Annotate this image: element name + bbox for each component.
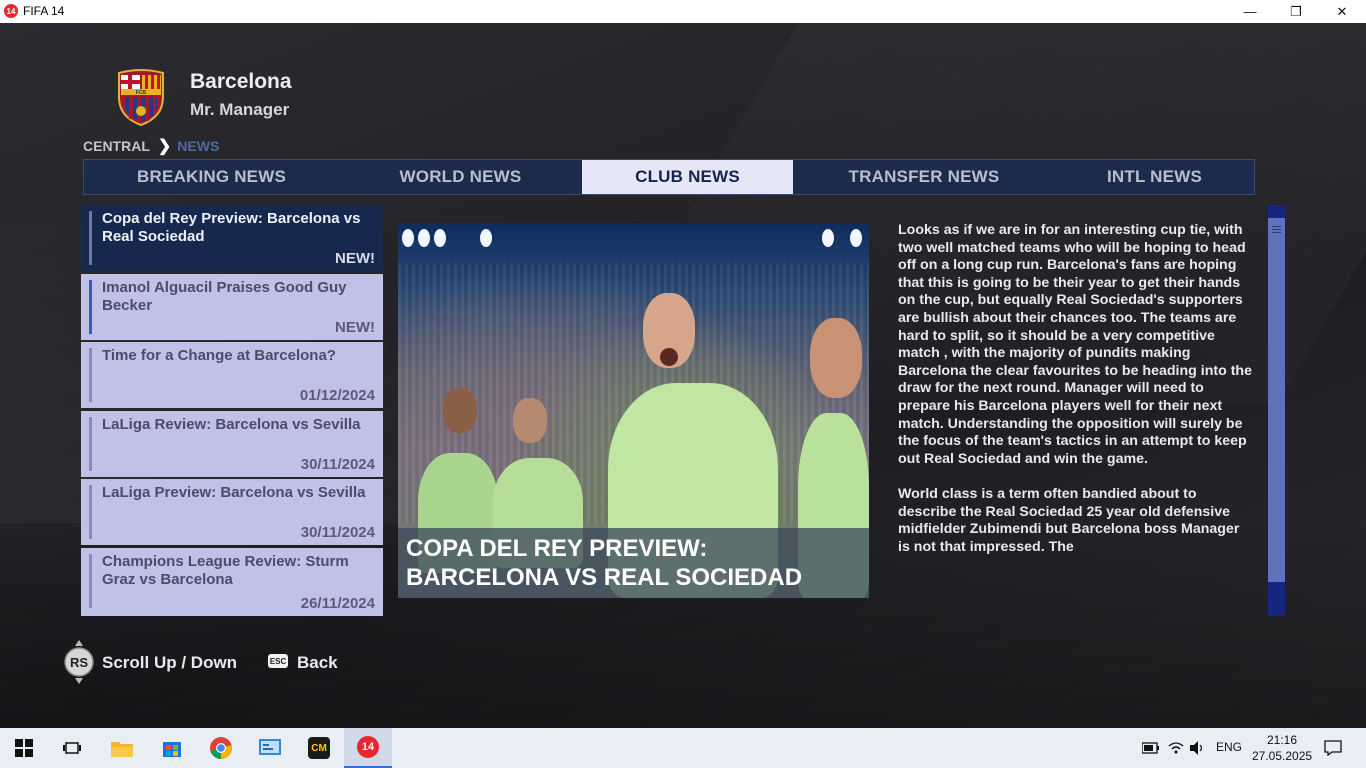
item-indicator [89, 211, 92, 265]
grip-icon [1272, 226, 1281, 227]
breadcrumb-news: NEWS [177, 138, 220, 154]
list-item-date: 30/11/2024 [300, 524, 375, 541]
language-indicator[interactable]: ENG [1216, 740, 1242, 754]
esc-key-icon: ESC [268, 654, 288, 668]
list-item-title: LaLiga Review: Barcelona vs Sevilla [102, 416, 361, 433]
folder-icon [111, 742, 133, 757]
tab-world-news[interactable]: WORLD NEWS [339, 160, 582, 194]
list-item-title: Imanol Alguacil Praises Good Guy Becker [102, 279, 347, 314]
file-explorer-button[interactable] [98, 728, 146, 768]
manager-name: Mr. Manager [190, 100, 290, 119]
player-head [810, 318, 862, 398]
item-indicator [89, 417, 92, 471]
club-crest-icon: FCB [118, 69, 164, 127]
clock-date: 27.05.2025 [1252, 749, 1313, 763]
list-item-title: Champions League Review: Sturm Graz vs B… [102, 553, 349, 588]
stadium-light [822, 229, 834, 247]
new-badge: NEW! [335, 319, 375, 336]
window-titlebar: 14 FIFA 14 — ❐ ✕ [0, 0, 1366, 23]
stadium-light [480, 229, 492, 247]
store-button[interactable] [148, 728, 196, 768]
article-photo: COPA DEL REY PREVIEW: BARCELONA VS REAL … [398, 223, 869, 598]
windows-icon [15, 739, 33, 757]
tab-club-news[interactable]: CLUB NEWS [582, 160, 793, 194]
maximize-button[interactable]: ❐ [1273, 0, 1319, 23]
tab-intl-news[interactable]: INTL NEWS [1055, 160, 1254, 194]
list-item-title: LaLiga Preview: Barcelona vs Sevilla [102, 484, 366, 501]
news-tab-bar: BREAKING NEWS WORLD NEWS CLUB NEWS TRANS… [83, 159, 1255, 195]
store-icon [163, 742, 181, 757]
list-item-title: Time for a Change at Barcelona? [102, 347, 336, 364]
tab-transfer-news[interactable]: TRANSFER NEWS [793, 160, 1055, 194]
player-head [513, 398, 547, 443]
list-item-date: 26/11/2024 [300, 595, 375, 612]
start-button[interactable] [0, 728, 48, 768]
battery-icon[interactable] [1142, 741, 1160, 755]
article-headline-banner: COPA DEL REY PREVIEW: BARCELONA VS REAL … [398, 528, 869, 598]
stadium-light [418, 229, 430, 247]
stadium-light [402, 229, 414, 247]
article-paragraph: World class is a term often bandied abou… [898, 485, 1240, 555]
game-screen: FCB Barcelona Mr. Manager CENTRAL ❯ NEWS B… [0, 23, 1366, 728]
article-paragraph: Looks as if we are in for an interesting… [898, 222, 1252, 467]
right-stick-icon: RS [64, 640, 94, 684]
control-panel-button[interactable] [246, 728, 294, 768]
breadcrumb-central[interactable]: CENTRAL [83, 138, 150, 154]
list-item-title: Copa del Rey Preview: Barcelona vs Real … [102, 210, 361, 245]
scrollbar-thumb[interactable] [1268, 218, 1285, 582]
cm-tool-button[interactable]: CM [295, 728, 343, 768]
cm-tool-icon: CM [308, 737, 330, 759]
news-list: Copa del Rey Preview: Barcelona vs Real … [81, 205, 383, 616]
list-item[interactable]: Time for a Change at Barcelona? 01/12/20… [81, 342, 383, 408]
article-body: Looks as if we are in for an interesting… [898, 222, 1254, 590]
stadium-light [434, 229, 446, 247]
article-scrollbar[interactable] [1268, 205, 1285, 616]
list-item[interactable]: Copa del Rey Preview: Barcelona vs Real … [81, 205, 383, 271]
breadcrumb: CENTRAL ❯ NEWS [83, 136, 219, 156]
list-item-date: 30/11/2024 [300, 456, 375, 473]
player-mouth [660, 348, 678, 366]
rs-icon-text: RS [70, 655, 88, 670]
list-item[interactable]: LaLiga Preview: Barcelona vs Sevilla 30/… [81, 479, 383, 545]
wifi-icon[interactable] [1168, 740, 1184, 756]
back-button[interactable]: Back [297, 653, 338, 673]
fifa-icon: 14 [357, 736, 379, 758]
notification-icon[interactable] [1324, 740, 1342, 756]
new-badge: NEW! [335, 250, 375, 267]
chevron-right-icon: ❯ [157, 138, 172, 155]
tab-breaking-news[interactable]: BREAKING NEWS [84, 160, 339, 194]
club-name: Barcelona [190, 70, 292, 93]
close-button[interactable]: ✕ [1319, 0, 1365, 23]
article-headline: COPA DEL REY PREVIEW: BARCELONA VS REAL … [406, 535, 803, 591]
volume-icon[interactable] [1190, 741, 1206, 755]
window-title: FIFA 14 [23, 4, 65, 18]
item-indicator [89, 348, 92, 402]
crest-text: FCB [136, 90, 147, 96]
scroll-hint-label: Scroll Up / Down [102, 653, 238, 672]
fifa-app-icon: 14 [4, 4, 18, 18]
list-item[interactable]: LaLiga Review: Barcelona vs Sevilla 30/1… [81, 411, 383, 477]
fifa-taskbar-button[interactable]: 14 [344, 728, 392, 768]
item-indicator [89, 485, 92, 539]
list-item-date: 01/12/2024 [299, 387, 375, 404]
list-item[interactable]: Imanol Alguacil Praises Good Guy Becker … [81, 274, 383, 340]
system-clock[interactable]: 21:16 27.05.2025 [1252, 732, 1312, 764]
control-panel-icon [259, 739, 281, 755]
taskbar: CM 14 ENG 21:16 27.05.2025 [0, 728, 1366, 768]
stadium-light [850, 229, 862, 247]
task-view-icon [63, 742, 81, 754]
minimize-button[interactable]: — [1227, 0, 1273, 23]
chrome-icon [210, 737, 232, 759]
item-indicator [89, 554, 92, 608]
task-view-button[interactable] [48, 728, 96, 768]
player-head [443, 388, 477, 433]
chrome-button[interactable] [197, 728, 245, 768]
clock-time: 21:16 [1266, 733, 1298, 747]
list-item[interactable]: Champions League Review: Sturm Graz vs B… [81, 548, 383, 616]
item-indicator [89, 280, 92, 334]
